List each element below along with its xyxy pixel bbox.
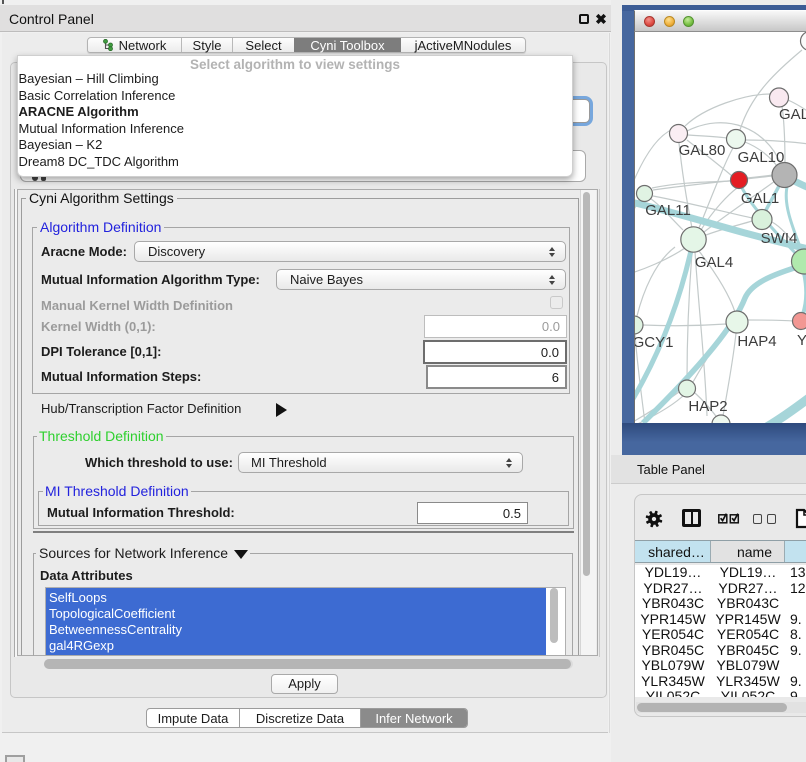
svg-text:GAL11: GAL11 — [645, 202, 691, 219]
svg-text:HAP4: HAP4 — [737, 333, 776, 350]
svg-text:GAL1: GAL1 — [741, 190, 779, 207]
svg-text:GCY1: GCY1 — [635, 334, 673, 351]
svg-text:SWI4: SWI4 — [761, 230, 798, 247]
svg-text:HAP2: HAP2 — [688, 398, 727, 415]
svg-text:GAL4: GAL4 — [695, 254, 733, 271]
svg-text:Y: Y — [797, 332, 806, 349]
svg-text:GAL10: GAL10 — [738, 149, 785, 166]
svg-text:GAL80: GAL80 — [679, 142, 726, 159]
svg-text:GAL: GAL — [779, 106, 806, 123]
